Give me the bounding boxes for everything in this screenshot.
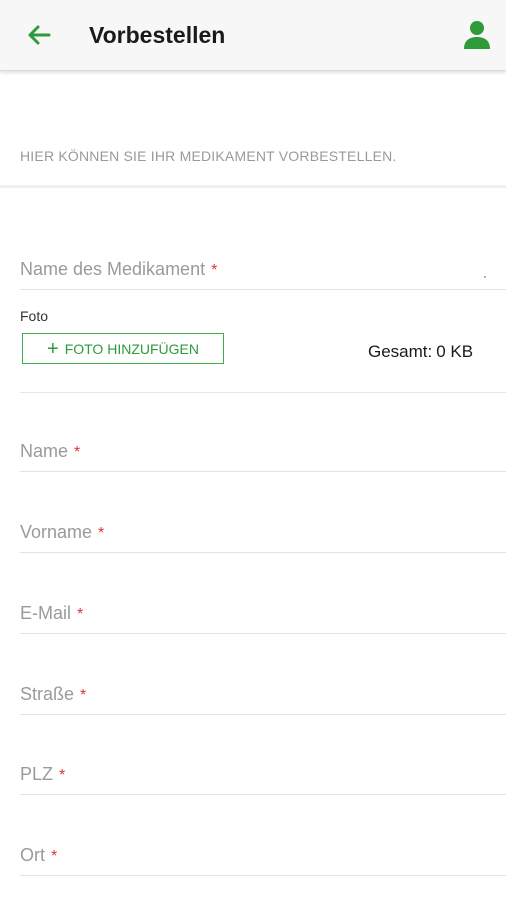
field-underline: [20, 875, 506, 876]
required-marker: *: [59, 767, 66, 784]
photo-label: Foto: [20, 308, 49, 324]
city-label: Ort *: [20, 845, 58, 865]
photo-divider: [20, 392, 506, 393]
total-size: Gesamt: 0 KB: [364, 342, 473, 362]
required-marker: *: [51, 848, 58, 865]
zip-field[interactable]: PLZ *: [20, 745, 506, 795]
first-name-label: Vorname *: [20, 522, 105, 542]
field-underline: [20, 552, 506, 553]
section-divider: [0, 185, 506, 188]
field-underline: [20, 714, 506, 715]
arrow-left-icon: [28, 25, 51, 45]
person-icon: [464, 21, 490, 49]
field-underline: [20, 633, 506, 634]
app-bar: Vorbestellen: [0, 0, 506, 71]
required-marker: *: [74, 444, 81, 461]
medication-name-field[interactable]: Name des Medikament *: [20, 240, 506, 290]
plus-icon: +: [47, 337, 59, 360]
name-label: Name *: [20, 441, 81, 461]
required-marker: *: [211, 262, 218, 279]
profile-button[interactable]: [462, 19, 492, 51]
name-field[interactable]: Name *: [20, 422, 506, 472]
field-underline: [20, 794, 506, 795]
city-field[interactable]: Ort *: [20, 826, 506, 876]
email-field[interactable]: E-Mail *: [20, 584, 506, 634]
required-marker: *: [98, 525, 105, 542]
first-name-field[interactable]: Vorname *: [20, 503, 506, 553]
add-photo-label: FOTO HINZUFÜGEN: [64, 340, 199, 357]
page-title: Vorbestellen: [89, 22, 226, 48]
field-dot: [484, 276, 486, 278]
zip-label: PLZ *: [20, 764, 66, 784]
field-underline: [20, 471, 506, 472]
email-label: E-Mail *: [20, 603, 84, 623]
intro-text: HIER KÖNNEN SIE IHR MEDIKAMENT VORBESTEL…: [20, 148, 397, 164]
medication-name-label: Name des Medikament *: [20, 259, 218, 279]
total-size-label: Gesamt:: [368, 342, 433, 361]
total-size-value: 0 KB: [436, 342, 474, 361]
street-label: Straße *: [20, 684, 87, 704]
back-button[interactable]: [22, 18, 56, 52]
add-photo-button[interactable]: + FOTO HINZUFÜGEN: [22, 333, 224, 364]
field-underline: [20, 289, 506, 290]
required-marker: *: [77, 606, 84, 623]
street-field[interactable]: Straße *: [20, 665, 506, 715]
required-marker: *: [80, 687, 87, 704]
